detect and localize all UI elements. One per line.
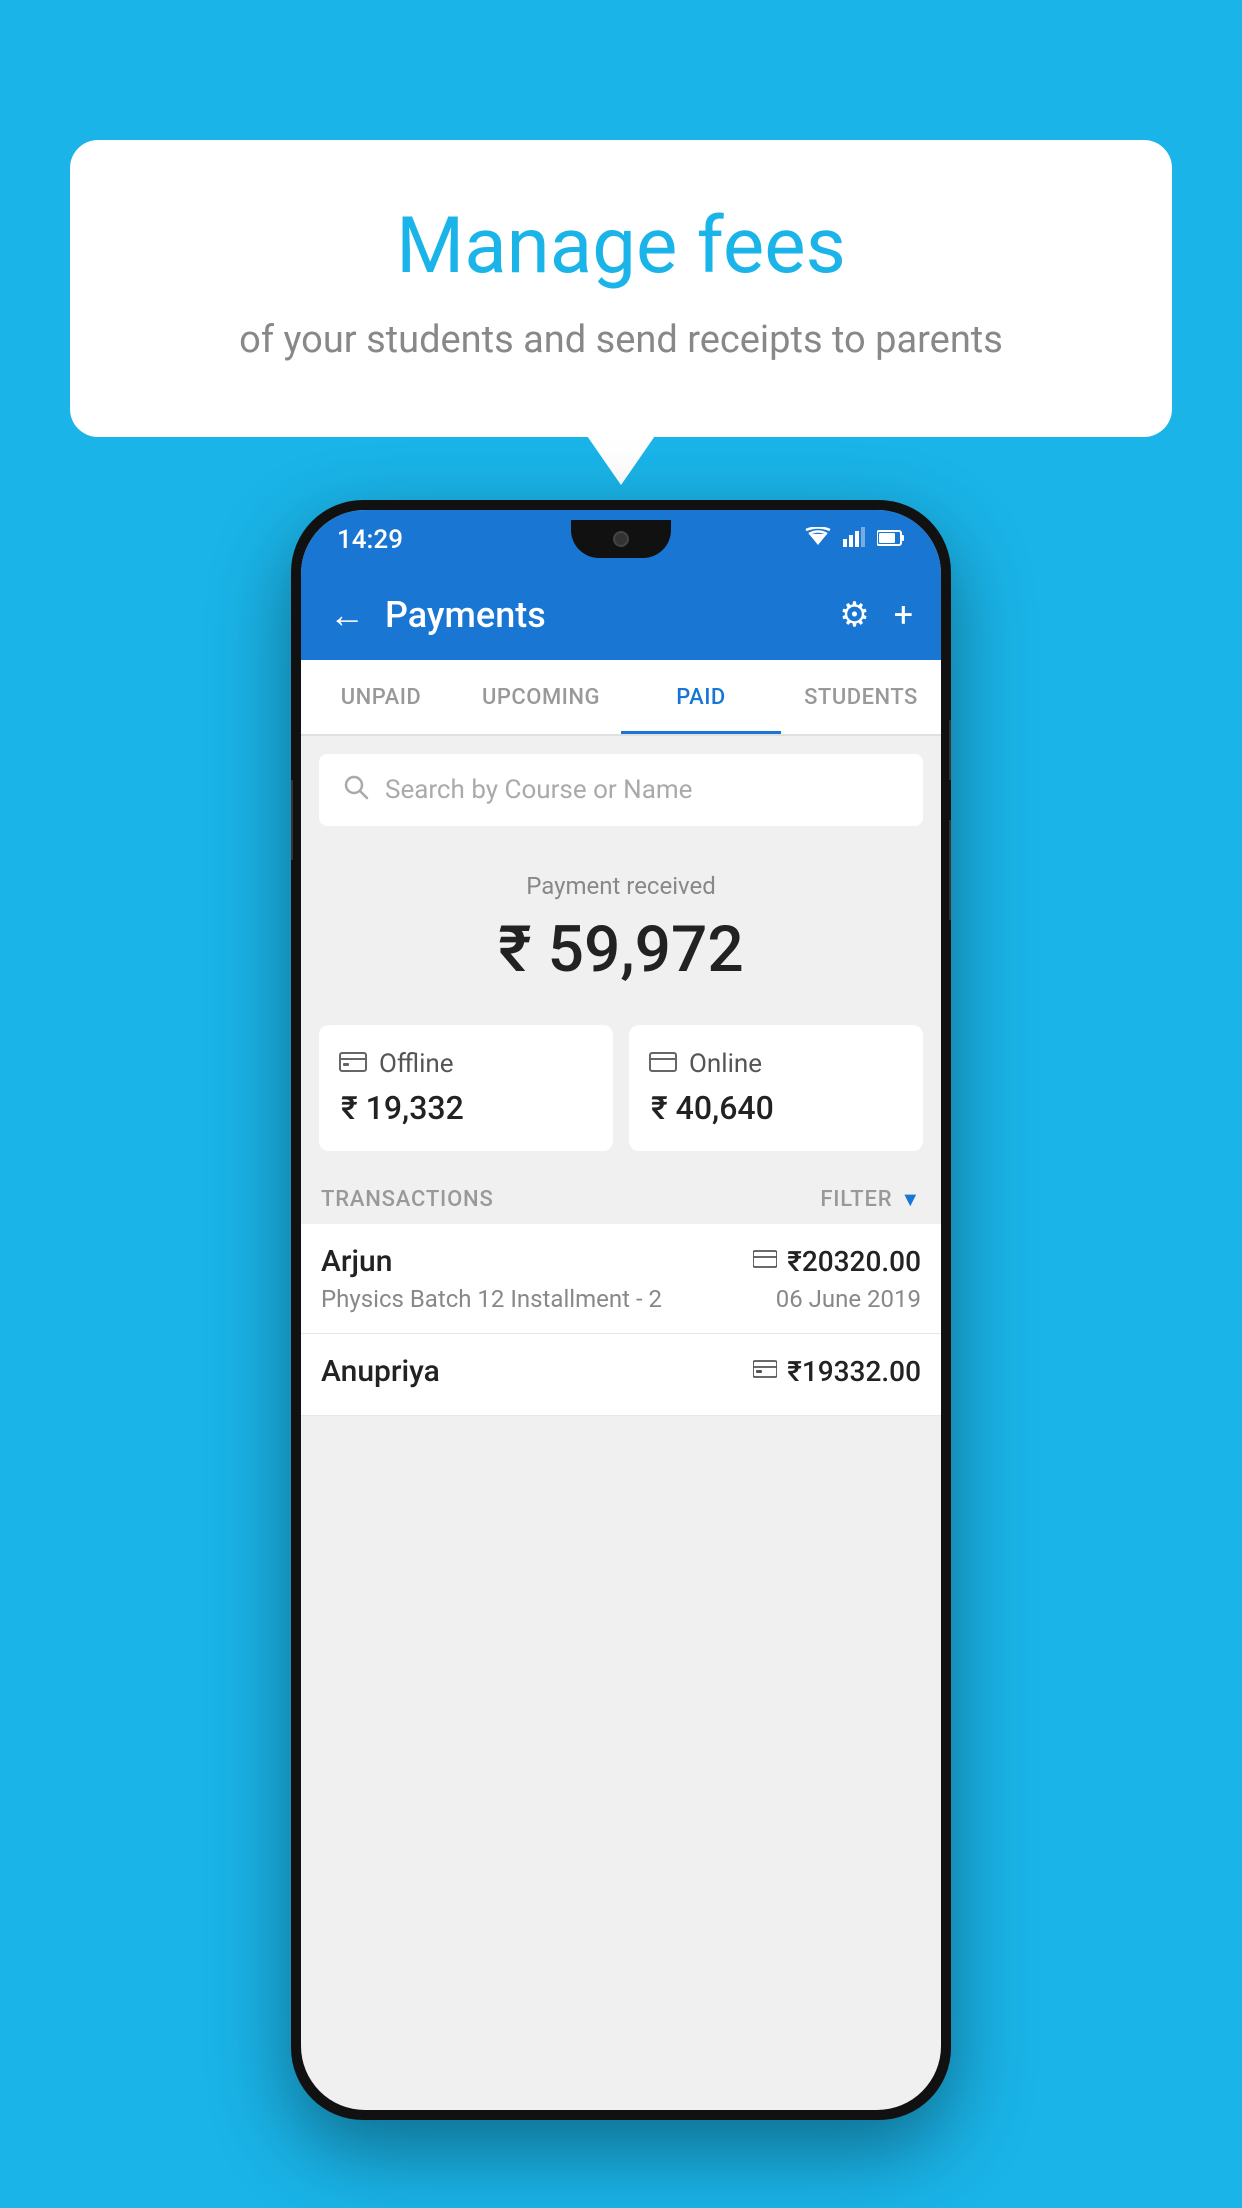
offline-payment-icon: [753, 1359, 777, 1384]
filter-button[interactable]: FILTER ▼: [820, 1187, 921, 1212]
tab-students[interactable]: STUDENTS: [781, 660, 941, 734]
app-bar: ← Payments ⚙ +: [301, 570, 941, 660]
back-button[interactable]: ←: [329, 594, 365, 636]
speech-bubble-wrapper: Manage fees of your students and send re…: [70, 140, 1172, 437]
phone-frame: 14:29 ← Payments ⚙ +: [291, 500, 951, 2120]
transaction-amount-row: ₹20320.00: [753, 1245, 921, 1278]
offline-card: Offline ₹ 19,332: [319, 1025, 613, 1151]
search-icon: [343, 774, 369, 807]
speech-bubble: Manage fees of your students and send re…: [70, 140, 1172, 437]
transaction-top-row: Anupriya ₹19332.00: [321, 1354, 921, 1389]
transaction-course: Physics Batch 12 Installment - 2: [321, 1285, 662, 1313]
offline-amount: ₹ 19,332: [341, 1089, 593, 1127]
search-input-placeholder: Search by Course or Name: [385, 775, 692, 805]
bubble-title: Manage fees: [150, 200, 1092, 294]
payment-cards: Offline ₹ 19,332 Online ₹ 40,640: [301, 1025, 941, 1171]
offline-icon: [339, 1049, 367, 1079]
online-payment-icon: [753, 1249, 777, 1274]
app-bar-icons: ⚙ +: [839, 595, 913, 635]
status-icons: [805, 527, 905, 553]
offline-card-header: Offline: [339, 1049, 593, 1079]
table-row[interactable]: Anupriya ₹19332.00: [301, 1334, 941, 1416]
offline-label: Offline: [379, 1049, 454, 1079]
transaction-amount: ₹20320.00: [787, 1245, 921, 1278]
payment-received-label: Payment received: [301, 872, 941, 900]
table-row[interactable]: Arjun ₹20320.00 Physics Batch 12 Install…: [301, 1224, 941, 1334]
tab-paid[interactable]: PAID: [621, 660, 781, 734]
transaction-amount-row: ₹19332.00: [753, 1355, 921, 1388]
online-card-header: Online: [649, 1049, 903, 1079]
online-amount: ₹ 40,640: [651, 1089, 903, 1127]
tab-upcoming[interactable]: UPCOMING: [461, 660, 621, 734]
transaction-date: 06 June 2019: [776, 1285, 921, 1313]
content-area: Search by Course or Name Payment receive…: [301, 754, 941, 1416]
side-button-left: [291, 780, 293, 860]
transaction-amount: ₹19332.00: [787, 1355, 921, 1388]
filter-icon: ▼: [900, 1187, 921, 1212]
transaction-top-row: Arjun ₹20320.00: [321, 1244, 921, 1279]
transaction-name: Arjun: [321, 1244, 392, 1279]
search-bar[interactable]: Search by Course or Name: [319, 754, 923, 826]
wifi-icon: [805, 527, 831, 553]
battery-icon: [877, 528, 905, 553]
payment-summary: Payment received ₹ 59,972: [301, 844, 941, 1025]
app-title: Payments: [385, 594, 839, 636]
bubble-subtitle: of your students and send receipts to pa…: [150, 314, 1092, 367]
payment-total-amount: ₹ 59,972: [301, 912, 941, 987]
tab-unpaid[interactable]: UNPAID: [301, 660, 461, 734]
camera: [613, 531, 629, 547]
online-icon: [649, 1049, 677, 1079]
online-card: Online ₹ 40,640: [629, 1025, 923, 1151]
side-button-right-top: [949, 720, 951, 780]
transactions-header: TRANSACTIONS FILTER ▼: [301, 1171, 941, 1224]
transactions-label: TRANSACTIONS: [321, 1187, 494, 1212]
transaction-name: Anupriya: [321, 1354, 440, 1389]
signal-icon: [843, 527, 865, 553]
settings-icon[interactable]: ⚙: [839, 595, 869, 635]
side-button-right-bottom: [949, 820, 951, 920]
add-button[interactable]: +: [894, 595, 913, 635]
notch: [571, 520, 671, 558]
filter-label: FILTER: [820, 1187, 892, 1212]
phone-screen: 14:29 ← Payments ⚙ +: [301, 510, 941, 2110]
online-label: Online: [689, 1049, 762, 1079]
transaction-bottom-row: Physics Batch 12 Installment - 2 06 June…: [321, 1285, 921, 1313]
tabs: UNPAID UPCOMING PAID STUDENTS: [301, 660, 941, 736]
